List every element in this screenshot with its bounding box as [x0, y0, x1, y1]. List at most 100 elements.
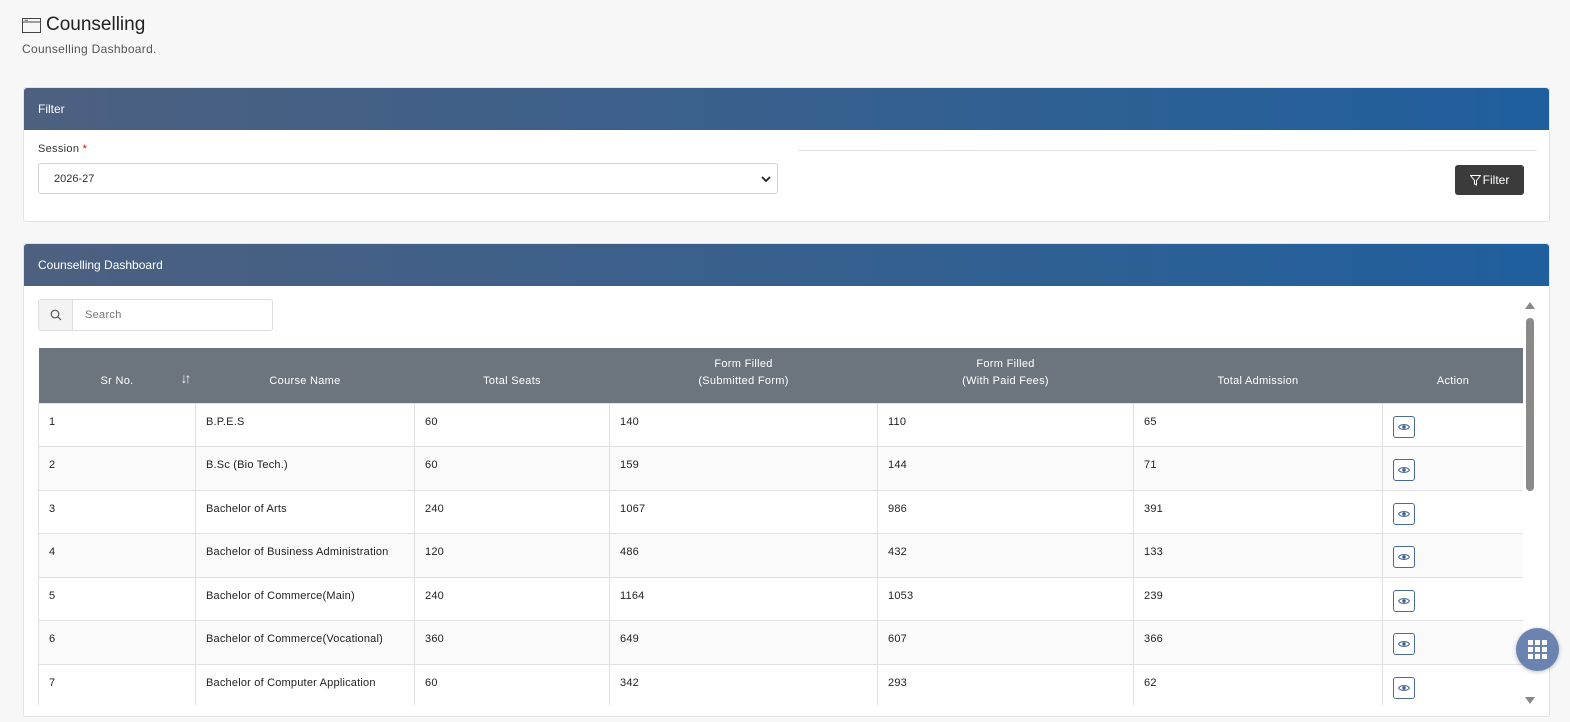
- column-header-sr-no[interactable]: Sr No. ↓↑: [38, 348, 196, 403]
- cell-course-name: Bachelor of Business Administration: [195, 533, 415, 578]
- cell-form-filled-paid: 293: [877, 664, 1134, 705]
- search-icon-box: [39, 300, 73, 330]
- search-icon: [50, 309, 61, 321]
- dashboard-card: Counselling Dashboard Sr No. ↓↑ Course N…: [23, 243, 1550, 717]
- column-header-form-filled-submitted-line1: Form Filled: [714, 357, 773, 370]
- cell-sr-no: 6: [38, 620, 196, 666]
- cell-total-seats: 360: [414, 620, 610, 666]
- cell-sr-no: 7: [38, 664, 196, 705]
- eye-icon: [1398, 597, 1410, 604]
- cell-form-filled-submitted: 342: [609, 664, 878, 705]
- cell-course-name: Bachelor of Commerce(Main): [195, 576, 415, 622]
- dashboard-card-header: Counselling Dashboard: [24, 244, 1549, 286]
- scroll-up-arrow[interactable]: [1525, 302, 1535, 309]
- view-button[interactable]: [1393, 589, 1415, 612]
- eye-icon: [1398, 641, 1410, 648]
- view-button[interactable]: [1393, 546, 1415, 569]
- cell-total-admission: 239: [1133, 576, 1383, 622]
- column-header-form-filled-submitted-line2: (Submitted Form): [698, 374, 789, 387]
- cell-form-filled-paid: 986: [877, 489, 1134, 535]
- cell-form-filled-paid: 607: [877, 620, 1134, 666]
- column-header-form-filled-paid-line2: (With Paid Fees): [962, 374, 1049, 387]
- cell-action: [1382, 533, 1523, 578]
- cell-sr-no: 2: [38, 446, 196, 491]
- cell-total-admission: 65: [1133, 402, 1383, 448]
- filter-card: Filter Session * 2026-27 Filter: [23, 87, 1550, 222]
- cell-total-seats: 240: [414, 576, 610, 622]
- table-header-row: Sr No. ↓↑ Course Name Total Seats Form F…: [38, 348, 1523, 403]
- cell-total-seats: 60: [414, 402, 610, 448]
- table-row: 5 Bachelor of Commerce(Main) 240 1164 10…: [38, 576, 1523, 622]
- column-header-sr-no-label: Sr No.: [100, 374, 134, 387]
- view-button[interactable]: [1393, 459, 1415, 482]
- cell-total-admission: 62: [1133, 664, 1383, 705]
- counselling-table: Sr No. ↓↑ Course Name Total Seats Form F…: [38, 348, 1523, 705]
- cell-action: [1382, 620, 1523, 666]
- cell-total-admission: 71: [1133, 446, 1383, 491]
- eye-icon: [1398, 467, 1410, 473]
- table-row: 6 Bachelor of Commerce(Vocational) 360 6…: [38, 620, 1523, 666]
- cell-form-filled-paid: 110: [877, 402, 1134, 448]
- scroll-down-arrow[interactable]: [1525, 697, 1535, 704]
- cell-sr-no: 1: [38, 402, 196, 448]
- session-label: Session *: [38, 143, 87, 155]
- eye-icon: [1398, 510, 1410, 517]
- cell-form-filled-submitted: 649: [609, 620, 878, 666]
- cell-course-name: Bachelor of Commerce(Vocational): [195, 620, 415, 666]
- eye-icon: [1398, 423, 1410, 430]
- required-mark: *: [82, 143, 88, 155]
- cell-form-filled-submitted: 140: [609, 402, 878, 448]
- column-header-total-seats: Total Seats: [414, 348, 610, 403]
- cell-total-seats: 120: [414, 533, 610, 578]
- filter-button-label: Filter: [1482, 173, 1510, 187]
- cell-total-seats: 60: [414, 446, 610, 491]
- table-row: 4 Bachelor of Business Administration 12…: [38, 533, 1523, 578]
- cell-action: [1382, 664, 1523, 705]
- cell-sr-no: 4: [38, 533, 196, 578]
- cell-form-filled-paid: 144: [877, 446, 1134, 491]
- column-header-form-filled-submitted: Form Filled (Submitted Form): [609, 348, 878, 403]
- cell-total-admission: 366: [1133, 620, 1383, 666]
- page-title-row: Counselling: [22, 14, 157, 36]
- cell-form-filled-paid: 432: [877, 533, 1134, 578]
- view-button[interactable]: [1393, 633, 1415, 656]
- cell-total-seats: 240: [414, 489, 610, 535]
- table-row: 2 B.Sc (Bio Tech.) 60 159 144 71: [38, 446, 1523, 491]
- eye-icon: [1398, 685, 1410, 691]
- scroll-thumb[interactable]: [1526, 318, 1534, 491]
- apps-menu-button[interactable]: [1516, 628, 1559, 671]
- column-header-course-name: Course Name: [195, 348, 415, 403]
- cell-action: [1382, 446, 1523, 491]
- filter-card-header: Filter: [24, 88, 1549, 130]
- session-select-value: 2026-27: [54, 172, 95, 185]
- cell-course-name: Bachelor of Computer Application: [195, 664, 415, 705]
- cell-sr-no: 5: [38, 576, 196, 622]
- session-select[interactable]: 2026-27: [38, 163, 778, 194]
- cell-total-admission: 133: [1133, 533, 1383, 578]
- cell-form-filled-submitted: 159: [609, 446, 878, 491]
- view-button[interactable]: [1393, 502, 1415, 525]
- eye-icon: [1398, 554, 1410, 561]
- cell-course-name: Bachelor of Arts: [195, 489, 415, 535]
- cell-action: [1382, 576, 1523, 622]
- column-header-total-admission: Total Admission: [1133, 348, 1383, 403]
- cell-sr-no: 3: [38, 489, 196, 535]
- cell-form-filled-paid: 1053: [877, 576, 1134, 622]
- cell-form-filled-submitted: 1164: [609, 576, 878, 622]
- chevron-down-icon: [761, 176, 771, 183]
- window-icon: [22, 17, 41, 33]
- table-row: 7 Bachelor of Computer Application 60 34…: [38, 664, 1523, 705]
- page-header: Counselling Counselling Dashboard.: [22, 14, 157, 56]
- search-input[interactable]: [73, 300, 272, 330]
- table-container: Sr No. ↓↑ Course Name Total Seats Form F…: [38, 348, 1523, 705]
- cell-course-name: B.Sc (Bio Tech.): [195, 446, 415, 491]
- apps-grid-icon: [1528, 640, 1547, 659]
- view-button[interactable]: [1393, 415, 1415, 438]
- cell-form-filled-submitted: 486: [609, 533, 878, 578]
- filter-button[interactable]: Filter: [1455, 165, 1524, 195]
- table-row: 1 B.P.E.S 60 140 110 65: [38, 402, 1523, 448]
- sort-icon[interactable]: ↓↑: [181, 370, 192, 387]
- cell-action: [1382, 402, 1523, 448]
- view-button[interactable]: [1393, 677, 1415, 700]
- page-subtitle: Counselling Dashboard.: [22, 42, 157, 56]
